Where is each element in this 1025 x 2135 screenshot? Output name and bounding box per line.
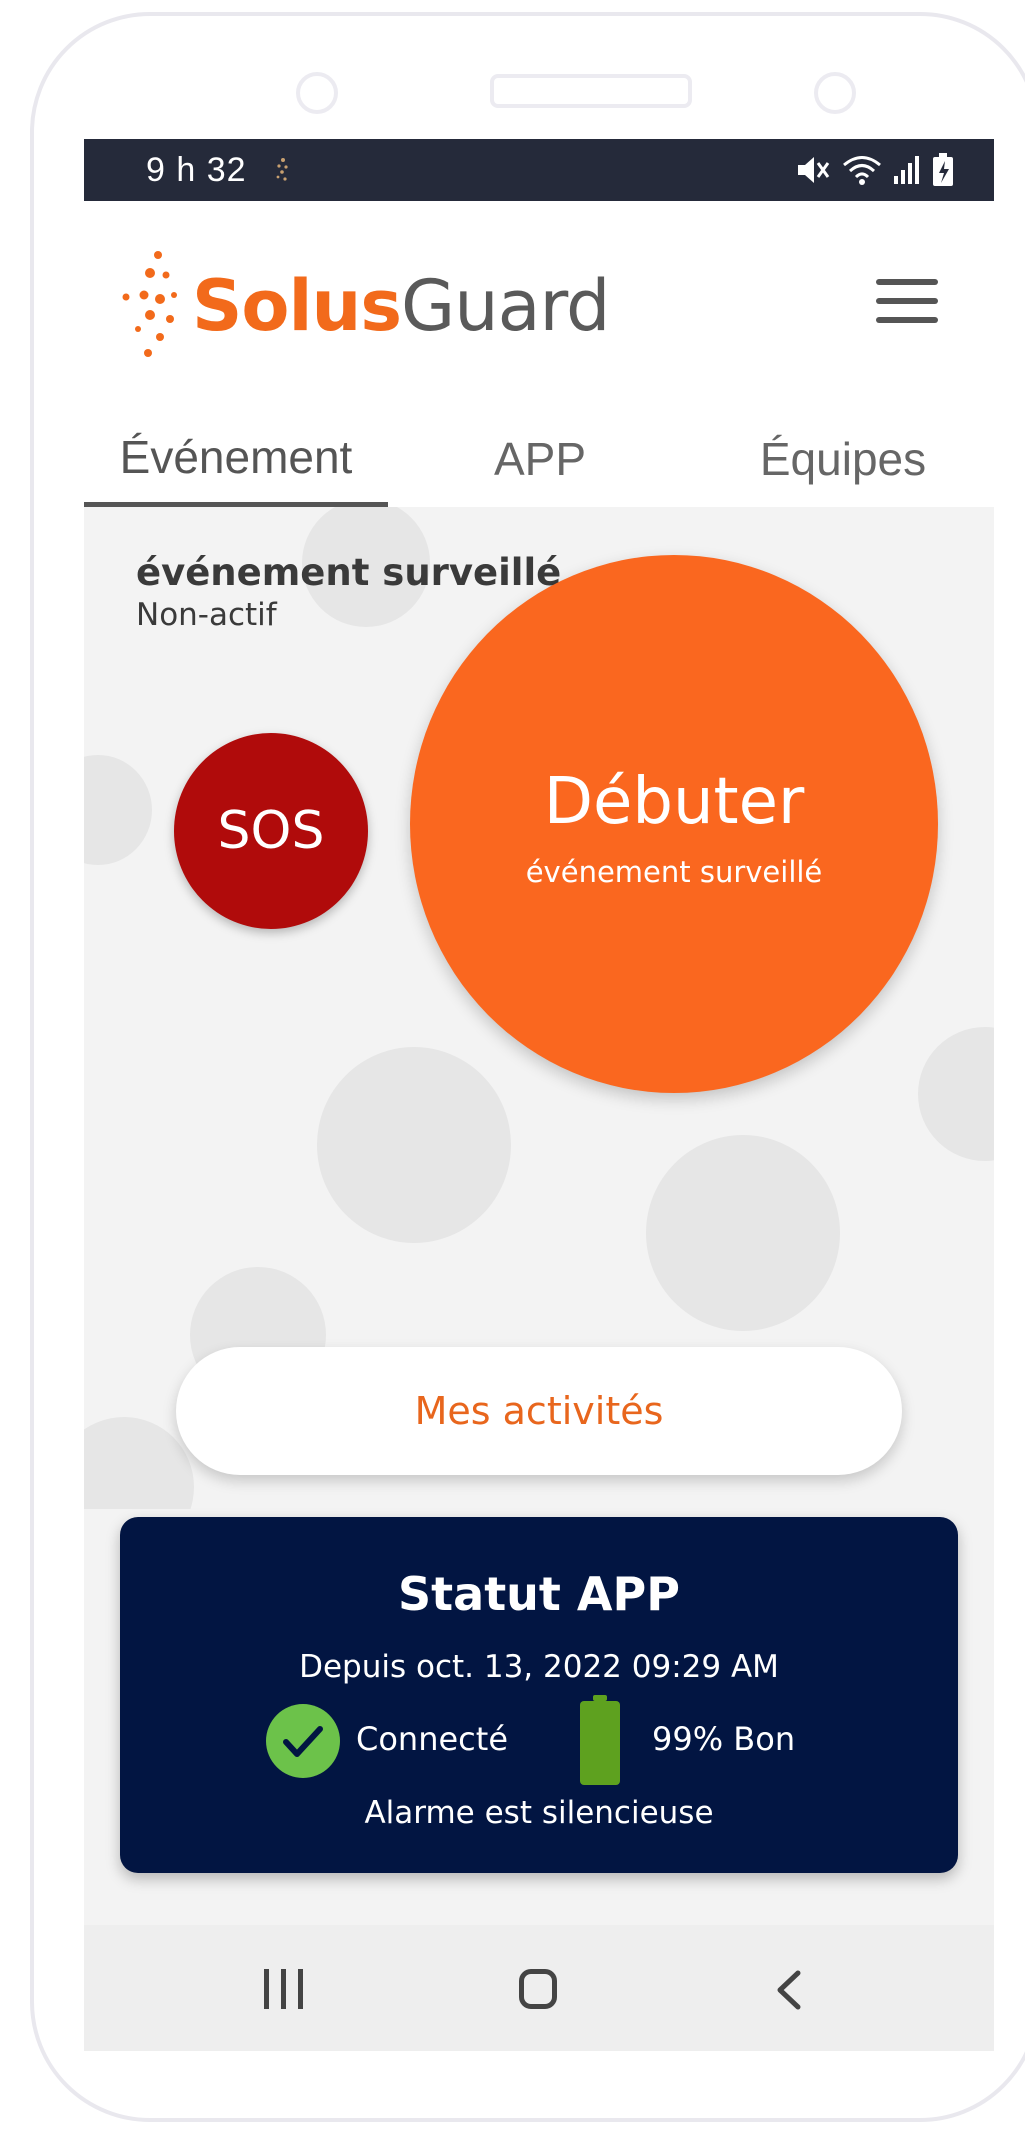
background-bubble (317, 1047, 511, 1243)
app-screen: 9 h 32 SolusGuard Événement APP Équipes … (84, 139, 994, 2051)
main-area: événement surveillé Non-actif SOS Débute… (84, 507, 994, 1509)
battery-status: 99% Bon (652, 1720, 796, 1758)
status-card-title: Statut APP (398, 1567, 680, 1621)
phone-speaker (490, 74, 692, 108)
phone-sensor-left (296, 72, 338, 114)
recent-apps-icon[interactable] (264, 1969, 304, 2009)
menu-icon[interactable] (876, 279, 938, 323)
spark-icon (276, 158, 288, 181)
phone-sensor-right (814, 72, 856, 114)
logo: SolusGuard (192, 271, 610, 341)
background-bubble (918, 1027, 994, 1161)
wifi-icon (843, 156, 881, 185)
start-event-button[interactable]: Débuter événement surveillé (410, 555, 938, 1093)
event-status: Non-actif (136, 597, 277, 633)
battery-icon (580, 1695, 620, 1785)
alarm-status: Alarme est silencieuse (364, 1795, 714, 1831)
back-icon[interactable] (774, 1969, 804, 2011)
status-since: Depuis oct. 13, 2022 09:29 AM (299, 1649, 779, 1685)
sos-button[interactable]: SOS (174, 733, 368, 929)
background-bubble (84, 755, 152, 865)
logo-dots-icon (122, 251, 177, 357)
app-header: SolusGuard (84, 201, 994, 411)
status-bar: 9 h 32 (84, 139, 994, 201)
mute-icon (798, 157, 830, 183)
background-bubble (646, 1135, 840, 1331)
android-nav-bar (84, 1925, 994, 2051)
tab-evenement[interactable]: Événement (84, 411, 388, 507)
home-icon[interactable] (519, 1969, 557, 2009)
start-sublabel: événement surveillé (525, 855, 823, 889)
start-label: Débuter (543, 765, 805, 839)
logo-solus: Solus (192, 265, 402, 347)
event-title: événement surveillé (136, 551, 562, 594)
background-bubble (84, 1417, 194, 1509)
tab-app[interactable]: APP (388, 411, 692, 507)
signal-icon (894, 156, 919, 184)
connection-status: Connecté (356, 1720, 508, 1758)
tab-bar: Événement APP Équipes (84, 411, 994, 507)
status-icons (796, 153, 954, 187)
check-icon (266, 1704, 340, 1778)
status-time: 9 h 32 (146, 151, 247, 189)
logo-guard: Guard (401, 265, 610, 347)
app-status-card: Statut APP Depuis oct. 13, 2022 09:29 AM… (120, 1517, 958, 1873)
tab-equipes[interactable]: Équipes (692, 411, 994, 507)
my-activities-button[interactable]: Mes activités (176, 1347, 902, 1475)
battery-charging-icon (933, 153, 953, 186)
